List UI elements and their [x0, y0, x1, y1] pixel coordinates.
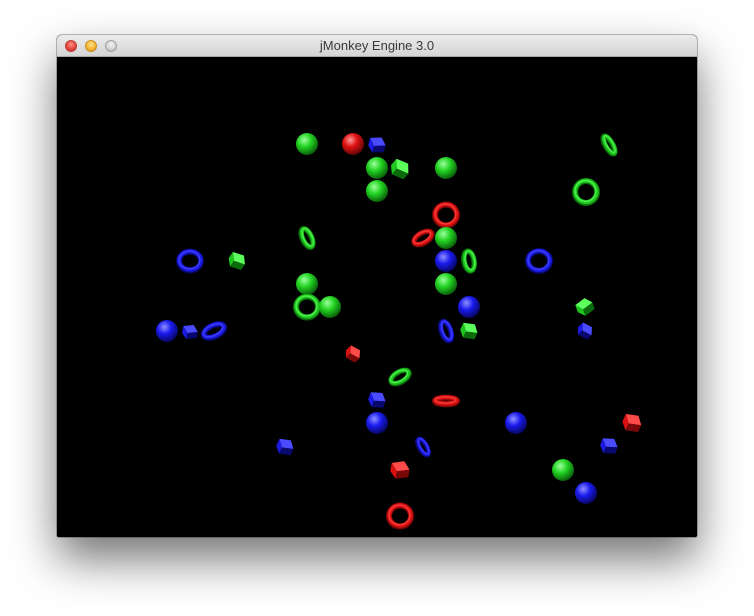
green-torus: [388, 367, 412, 387]
green-torus: [600, 133, 618, 157]
green-torus: [461, 248, 477, 274]
green-sphere: [319, 296, 341, 318]
blue-sphere: [575, 482, 597, 504]
blue-cube: [276, 438, 294, 456]
blue-cube: [182, 324, 198, 340]
blue-sphere: [505, 412, 527, 434]
green-torus: [292, 293, 322, 321]
red-cube: [345, 345, 361, 363]
green-sphere: [435, 273, 457, 295]
green-sphere: [552, 459, 574, 481]
green-torus: [571, 177, 601, 207]
green-cube: [460, 322, 478, 340]
scene-canvas: [156, 133, 642, 530]
green-sphere: [296, 273, 318, 295]
blue-torus: [415, 436, 431, 458]
blue-sphere: [435, 250, 457, 272]
green-cube: [575, 298, 595, 316]
render-viewport[interactable]: [57, 57, 697, 537]
title-bar[interactable]: jMonkey Engine 3.0: [57, 35, 697, 57]
blue-cube: [368, 392, 386, 408]
app-window: jMonkey Engine 3.0: [57, 35, 697, 537]
green-cube: [391, 158, 409, 180]
red-sphere: [342, 133, 364, 155]
blue-torus: [524, 248, 554, 274]
blue-torus: [175, 248, 205, 274]
red-torus: [385, 502, 415, 530]
blue-cube: [577, 322, 593, 340]
green-sphere: [366, 180, 388, 202]
blue-sphere: [156, 320, 178, 342]
green-sphere: [296, 133, 318, 155]
green-sphere: [435, 227, 457, 249]
blue-cube: [600, 438, 618, 454]
green-cube: [228, 251, 245, 271]
blue-cube: [368, 137, 386, 153]
green-torus: [298, 225, 316, 251]
blue-sphere: [458, 296, 480, 318]
red-torus: [411, 228, 435, 248]
green-sphere: [366, 157, 388, 179]
red-cube: [390, 461, 410, 479]
green-sphere: [435, 157, 457, 179]
window-title: jMonkey Engine 3.0: [319, 38, 435, 53]
red-cube: [622, 413, 642, 433]
red-torus: [431, 201, 461, 229]
blue-torus: [437, 318, 455, 344]
blue-sphere: [366, 412, 388, 434]
red-torus: [431, 394, 461, 408]
blue-torus: [200, 321, 228, 341]
